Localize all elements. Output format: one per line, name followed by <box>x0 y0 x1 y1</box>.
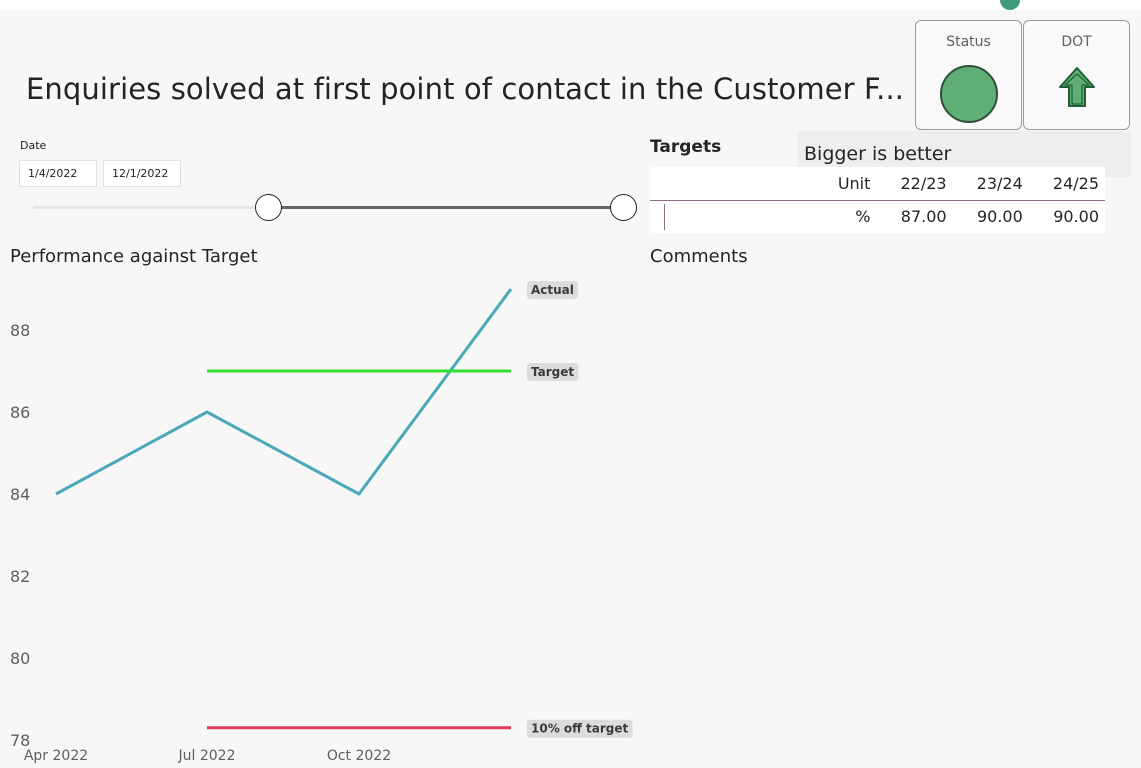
page-title: Enquiries solved at first point of conta… <box>26 72 905 106</box>
dot-label: DOT <box>1061 34 1092 50</box>
targets-header-row: Unit 22/23 23/24 24/25 <box>650 167 1105 201</box>
status-circle-icon <box>940 65 998 123</box>
row-marker <box>664 203 665 230</box>
cell-2223: 87.00 <box>876 200 953 233</box>
series-label-0: Actual <box>527 281 578 299</box>
date-start-input[interactable]: 1/4/2022 <box>19 160 97 187</box>
date-slider-end-handle[interactable] <box>610 194 637 221</box>
x-tick-label: Apr 2022 <box>24 748 88 764</box>
series-line-0 <box>55 288 513 496</box>
y-tick-label: 86 <box>10 403 30 422</box>
series-label-text: 10% off target <box>531 722 629 736</box>
comments-title: Comments <box>650 246 748 267</box>
date-slider-start-handle[interactable] <box>255 194 282 221</box>
col-2223: 22/23 <box>876 167 953 201</box>
row-marker-cell <box>650 200 820 233</box>
status-card[interactable]: Status <box>915 20 1022 130</box>
series-label-1: Target <box>527 363 579 381</box>
y-tick-label: 84 <box>10 485 30 504</box>
date-slider-range[interactable] <box>269 206 624 209</box>
y-tick-label: 88 <box>10 321 30 340</box>
series-label-text: Target <box>531 365 574 379</box>
series-label-text: Actual <box>531 283 574 297</box>
cell-unit: % <box>820 200 877 233</box>
targets-title: Targets <box>650 137 722 157</box>
x-tick-label: Oct 2022 <box>327 748 391 764</box>
x-tick-label: Jul 2022 <box>178 748 236 764</box>
cell-2324: 90.00 <box>952 200 1029 233</box>
cell-2425: 90.00 <box>1028 200 1105 233</box>
bigger-is-better-note: Bigger is better <box>804 143 952 165</box>
table-corner <box>650 167 820 201</box>
performance-line-chart: 788082848688Apr 2022 Jul 2022 Oct 2022Actu… <box>10 281 633 764</box>
col-unit: Unit <box>820 167 877 201</box>
y-tick-label: 80 <box>10 649 30 668</box>
status-label: Status <box>946 34 991 50</box>
y-tick-label: 82 <box>10 567 30 586</box>
dot-card[interactable]: DOT <box>1023 20 1130 130</box>
col-2324: 23/24 <box>952 167 1029 201</box>
chart-title: Performance against Target <box>10 246 258 267</box>
arrow-up-icon <box>1059 67 1095 107</box>
indicator-dot-icon <box>1000 0 1022 12</box>
series-label-2: 10% off target <box>527 719 633 738</box>
date-filter-label: Date <box>20 139 47 152</box>
date-end-input[interactable]: 12/1/2022 <box>103 160 181 187</box>
targets-table: Unit 22/23 23/24 24/25 % 87.00 90.00 90.… <box>650 167 1105 233</box>
table-row: % 87.00 90.00 90.00 <box>650 200 1105 233</box>
col-2425: 24/25 <box>1028 167 1105 201</box>
